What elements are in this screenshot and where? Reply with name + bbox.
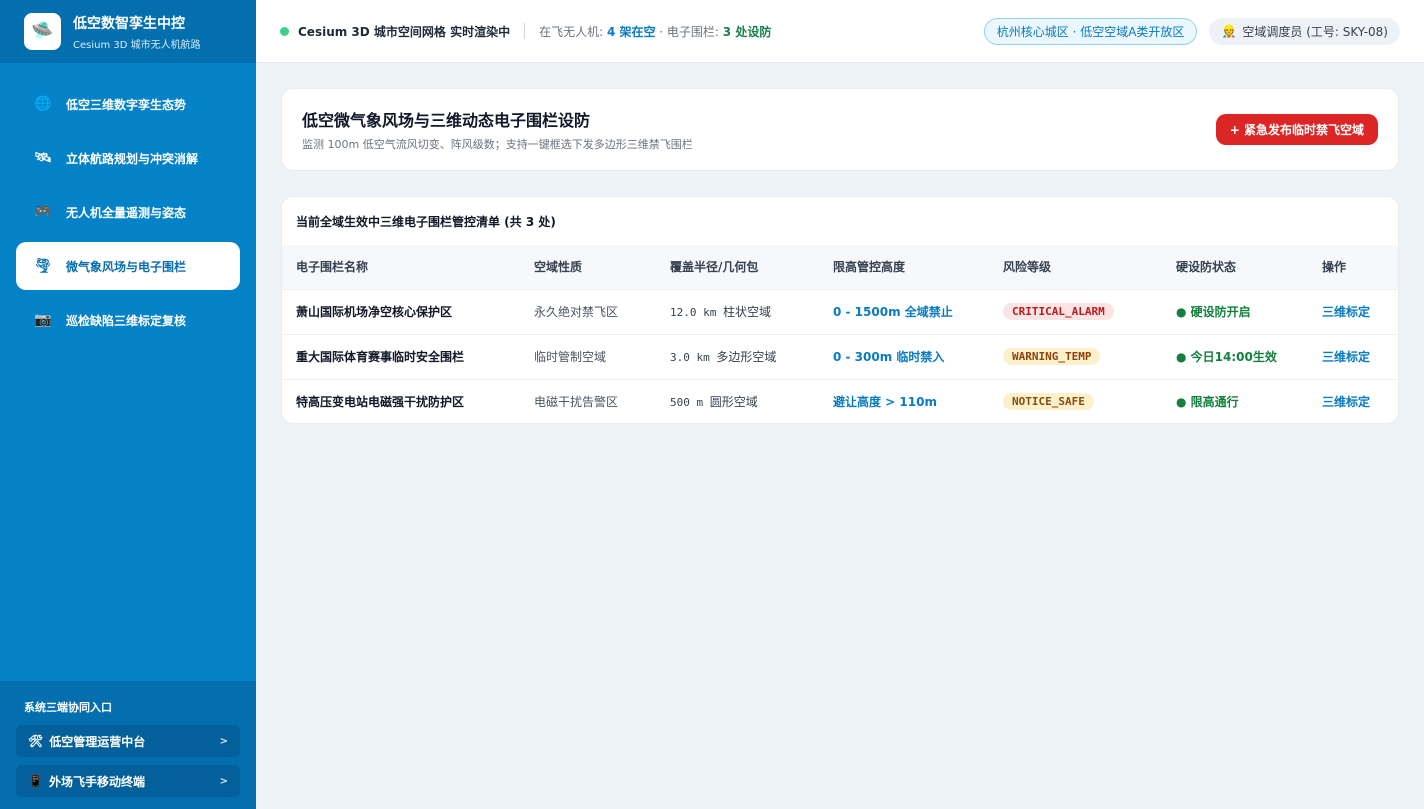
- fences-label: · 电子围栏:: [655, 24, 723, 39]
- fence-geometry: 3.0 km 多边形空域: [656, 334, 819, 379]
- user-chip[interactable]: 👷 空域调度员 (工号: SKY-08): [1209, 17, 1400, 45]
- fence-altitude: 避让高度 > 110m: [833, 395, 937, 410]
- risk-badge: NOTICE_SAFE: [1003, 393, 1094, 411]
- risk-badge: CRITICAL_ALARM: [1003, 303, 1114, 320]
- sidebar: 🛸 低空数智孪生中控 Cesium 3D 城市无人机航路 🌐 低空三维数字孪生态…: [0, 0, 256, 809]
- sidebar-portal-section: 系统三端协同入口 🛠 低空管理运营中台 > 📱 外场飞手移动终端 >: [0, 681, 256, 809]
- tools-icon: 🛠: [28, 734, 44, 748]
- fence-risk-cell: WARNING_TEMP: [989, 334, 1162, 379]
- flight-stats: 在飞无人机: 4 架在空 · 电子围栏: 3 处设防: [539, 23, 771, 40]
- ufo-icon: 🛸: [24, 13, 61, 50]
- column-header[interactable]: 风险等级: [989, 245, 1162, 289]
- fence-geometry: 12.0 km 柱状空域: [656, 289, 819, 334]
- column-header[interactable]: 空域性质: [520, 245, 656, 289]
- table-row[interactable]: 萧山国际机场净空核心保护区 永久绝对禁飞区 12.0 km 柱状空域 0 - 1…: [282, 289, 1398, 334]
- fence-nature: 永久绝对禁飞区: [534, 305, 619, 319]
- risk-badge: WARNING_TEMP: [1003, 348, 1101, 365]
- fence-altitude: 0 - 1500m 全域禁止: [833, 305, 953, 319]
- portal-link-mobile-terminal[interactable]: 📱 外场飞手移动终端 >: [16, 765, 240, 797]
- table-row[interactable]: 特高压变电站电磁强干扰防护区 电磁干扰告警区 500 m 圆形空域 避让高度 >…: [282, 379, 1398, 423]
- sidebar-item-label: 低空三维数字孪生态势: [66, 97, 187, 112]
- render-status: Cesium 3D 城市空间网格 实时渲染中: [298, 24, 511, 39]
- sidebar-item-twin-situation[interactable]: 🌐 低空三维数字孪生态势: [16, 80, 240, 128]
- chevron-right-icon: >: [219, 775, 228, 787]
- fence-nature: 临时管制空域: [534, 350, 607, 364]
- worker-icon: 👷: [1221, 24, 1237, 38]
- portal-link-label: 低空管理运营中台: [49, 734, 146, 749]
- top-status-bar: Cesium 3D 城市空间网格 实时渲染中 在飞无人机: 4 架在空 · 电子…: [256, 0, 1424, 63]
- brand-title: 低空数智孪生中控: [73, 15, 185, 32]
- page-header-card: 低空微气象风场与三维动态电子围栏设防 监测 100m 低空气流风切变、阵风级数；…: [281, 88, 1399, 171]
- column-header[interactable]: 限高管控高度: [819, 245, 989, 289]
- divider: [524, 23, 526, 39]
- sidebar-item-telemetry[interactable]: 🎮 无人机全量遥测与姿态: [16, 188, 240, 236]
- fence-radius: 500 m: [670, 396, 704, 410]
- fence-table-card: 当前全域生效中三维电子围栏管控清单 (共 3 处) 电子围栏名称 空域性质 覆盖…: [281, 196, 1399, 424]
- fence-risk-cell: NOTICE_SAFE: [989, 379, 1162, 423]
- globe-icon: 🌐: [34, 96, 52, 112]
- drones-count: 4 架在空: [606, 24, 656, 39]
- fence-nature: 电磁干扰告警区: [534, 395, 619, 410]
- satellite-icon: 🛰: [34, 150, 52, 166]
- sidebar-item-label: 立体航路规划与冲突消解: [66, 151, 199, 166]
- mobile-icon: 📱: [28, 774, 43, 788]
- fence-table: 电子围栏名称 空域性质 覆盖半径/几何包 限高管控高度 风险等级 硬设防状态 操…: [282, 245, 1398, 423]
- fence-state: ● 硬设防开启: [1176, 305, 1251, 319]
- gamepad-icon: 🎮: [34, 204, 52, 220]
- sidebar-nav: 🌐 低空三维数字孪生态势 🛰 立体航路规划与冲突消解 🎮 无人机全量遥测与姿态 …: [0, 63, 256, 344]
- fence-radius: 3.0 km: [670, 351, 710, 364]
- sidebar-item-label: 微气象风场与电子围栏: [66, 259, 187, 274]
- column-header: 操作: [1322, 260, 1347, 275]
- brand-subtitle: Cesium 3D 城市无人机航路: [73, 39, 201, 51]
- column-header[interactable]: 电子围栏名称: [282, 245, 520, 289]
- tornado-icon: 🌪: [34, 258, 52, 274]
- calibrate-link[interactable]: 三维标定: [1308, 334, 1398, 379]
- chevron-right-icon: >: [219, 735, 228, 747]
- portal-section-title: 系统三端协同入口: [24, 701, 112, 714]
- sidebar-item-route-planning[interactable]: 🛰 立体航路规划与冲突消解: [16, 134, 240, 182]
- fence-radius: 12.0 km: [670, 306, 717, 319]
- live-status-dot: [280, 26, 289, 36]
- column-header[interactable]: 覆盖半径/几何包: [656, 245, 819, 289]
- sidebar-item-label: 无人机全量遥测与姿态: [66, 205, 187, 220]
- sidebar-item-weather-fence[interactable]: 🌪 微气象风场与电子围栏: [16, 242, 240, 290]
- table-header-row: 电子围栏名称 空域性质 覆盖半径/几何包 限高管控高度 风险等级 硬设防状态 操…: [282, 245, 1398, 289]
- fence-name: 特高压变电站电磁强干扰防护区: [296, 395, 465, 410]
- zone-badge[interactable]: 杭州核心城区 · 低空空域A类开放区: [983, 17, 1198, 45]
- camera-icon: 📷: [34, 312, 52, 328]
- calibrate-link[interactable]: 三维标定: [1308, 289, 1398, 334]
- page-title: 低空微气象风场与三维动态电子围栏设防: [302, 111, 591, 130]
- fence-shape: 圆形空域: [709, 395, 758, 410]
- sidebar-item-label: 巡检缺陷三维标定复核: [66, 313, 187, 328]
- brand: 🛸 低空数智孪生中控 Cesium 3D 城市无人机航路: [0, 0, 256, 63]
- column-header[interactable]: 硬设防状态: [1162, 245, 1308, 289]
- fence-shape: 多边形空域: [716, 350, 777, 364]
- fence-risk-cell: CRITICAL_ALARM: [989, 289, 1162, 334]
- portal-link-label: 外场飞手移动终端: [48, 774, 145, 789]
- table-row[interactable]: 重大国际体育赛事临时安全围栏 临时管制空域 3.0 km 多边形空域 0 - 3…: [282, 334, 1398, 379]
- sidebar-item-inspection[interactable]: 📷 巡检缺陷三维标定复核: [16, 296, 240, 344]
- fences-count: 3 处设防: [722, 24, 772, 39]
- calibrate-link[interactable]: 三维标定: [1308, 379, 1398, 423]
- table-caption: 当前全域生效中三维电子围栏管控清单 (共 3 处): [296, 214, 556, 229]
- page-subtitle: 监测 100m 低空气流风切变、阵风级数；支持一键框选下发多边形三维禁飞围栏: [302, 138, 693, 151]
- fence-name: 重大国际体育赛事临时安全围栏: [296, 350, 465, 364]
- fence-state: ● 限高通行: [1176, 395, 1239, 410]
- fence-geometry: 500 m 圆形空域: [656, 379, 819, 423]
- fence-shape: 柱状空域: [722, 305, 771, 319]
- fence-altitude: 0 - 300m 临时禁入: [833, 350, 945, 364]
- fence-state: ● 今日14:00生效: [1176, 350, 1277, 364]
- portal-link-ops-platform[interactable]: 🛠 低空管理运营中台 >: [16, 725, 240, 757]
- fence-name: 萧山国际机场净空核心保护区: [296, 305, 453, 319]
- publish-no-fly-button[interactable]: + 紧急发布临时禁飞空域: [1215, 114, 1378, 145]
- user-name: 空域调度员 (工号: SKY-08): [1242, 24, 1388, 39]
- drones-label: 在飞无人机:: [539, 24, 607, 39]
